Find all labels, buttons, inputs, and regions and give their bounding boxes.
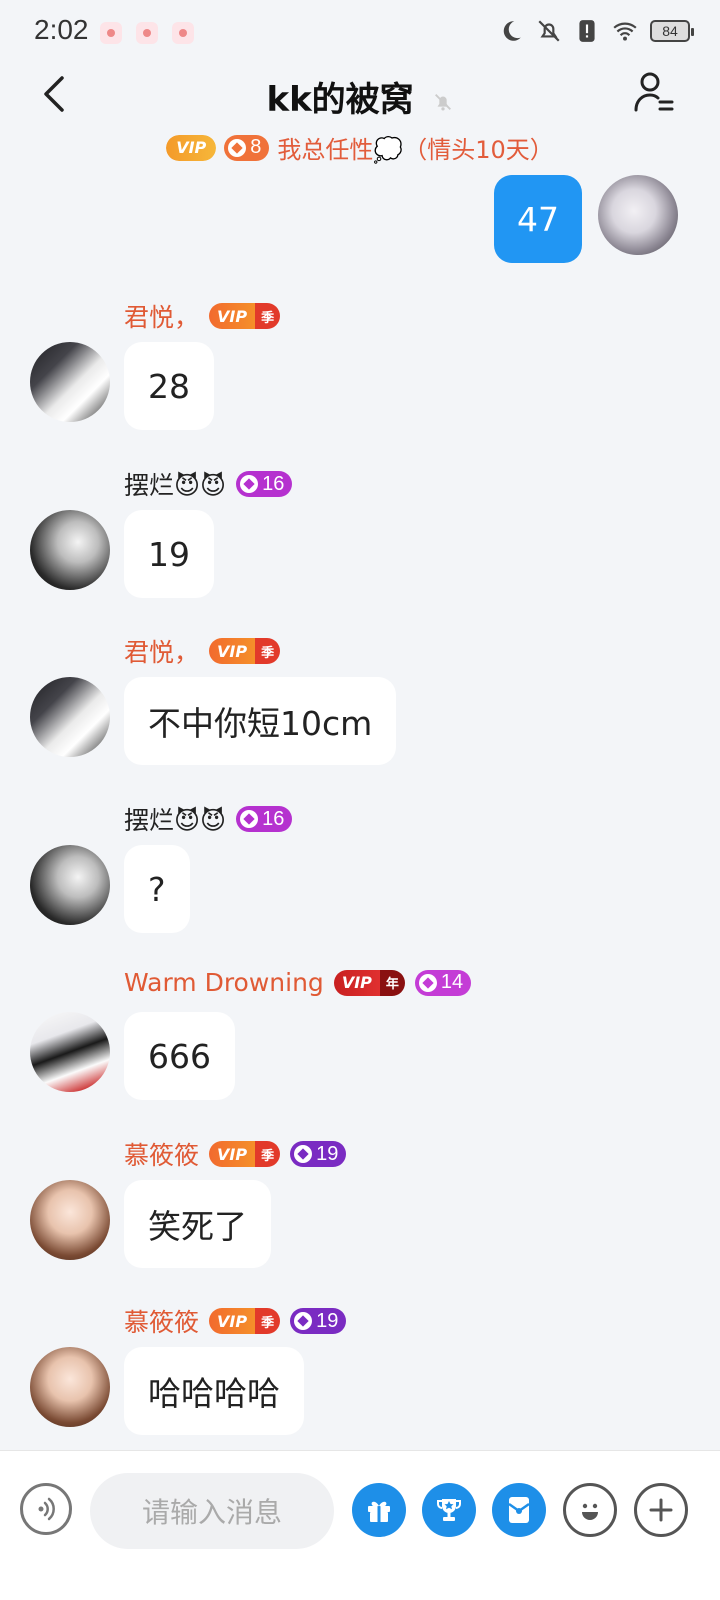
message-item: Warm Drowning VIP 年 14 666 [0,966,720,1106]
message-item: 君悦， VIP 季 28 [0,296,720,436]
message-item: 慕筱筱 VIP 季 19 哈哈哈哈 [0,1301,720,1441]
sender-name[interactable]: 君悦， [124,633,199,669]
vip-badge: VIP 年 [333,969,405,996]
voice-button[interactable] [20,1483,72,1535]
sender-name[interactable]: Warm Drowning [124,968,324,997]
group-members-button[interactable] [632,70,676,114]
sender-name[interactable]: 君悦， [124,298,199,334]
message-bubble[interactable]: 47 [494,175,582,263]
avatar[interactable] [30,1180,110,1260]
input-bar: 请输入消息 [0,1450,720,1600]
chat-title[interactable]: kk的被窝 [0,72,720,121]
sender-row: 慕筱筱 VIP 季 19 [124,1303,347,1339]
avatar[interactable] [30,1347,110,1427]
bell-off-icon [434,93,451,111]
input-placeholder: 请输入消息 [141,1496,282,1529]
sender-row: Warm Drowning VIP 年 14 [124,968,472,997]
notification-icon [136,22,158,44]
message-bubble[interactable]: 不中你短10cm [124,677,397,765]
message-bubble[interactable]: 666 [124,1012,235,1100]
status-bar: 2:02 84 [0,0,720,62]
vip-badge: VIP 季 [209,1141,281,1167]
message-self: 47 [0,175,720,265]
message-input[interactable]: 请输入消息 [90,1473,334,1549]
level-badge: 14 [414,969,472,996]
notification-icon [172,22,194,44]
level-badge: 19 [290,1141,347,1167]
sender-row: 摆烂😈😈 16 [124,801,293,837]
message-item: 摆烂😈😈 16 ? [0,799,720,939]
vip-badge: VIP 季 [209,303,281,329]
wifi-icon [613,22,637,41]
sender-name[interactable]: 慕筱筱 [124,1136,199,1172]
mute-icon [538,20,560,42]
alert-icon [579,20,595,42]
moon-icon [503,21,521,41]
emoji-button[interactable] [563,1483,617,1537]
group-name: kk的被窝 [266,80,414,120]
message-bubble[interactable]: ? [124,845,190,933]
voice-icon [38,1497,55,1521]
message-item: 慕筱筱 VIP 季 19 笑死了 [0,1134,720,1274]
vip-badge: VIP 季 [209,1308,281,1334]
status-time: 2:02 [34,14,89,45]
message-bubble[interactable]: 笑死了 [124,1180,271,1268]
avatar[interactable] [598,175,678,255]
sender-row: 君悦， VIP 季 [124,633,281,669]
avatar[interactable] [30,677,110,757]
message-item: 君悦， VIP 季 不中你短10cm [0,631,720,771]
sender-row: 君悦， VIP 季 [124,298,281,334]
message-bubble[interactable]: 19 [124,510,214,598]
level-badge: 8 [224,134,270,161]
gift-icon [368,1501,390,1522]
red-packet-button[interactable] [492,1483,546,1537]
level-badge: 19 [290,1308,347,1334]
sender-name[interactable]: 摆烂😈😈 [124,466,226,502]
status-text: 我总任性💭（情头10天） [277,136,554,164]
avatar[interactable] [30,845,110,925]
plus-icon [649,1498,673,1522]
trophy-icon [437,1499,461,1521]
message-bubble[interactable]: 哈哈哈哈 [124,1347,304,1435]
message-bubble[interactable]: 28 [124,342,214,430]
gift-button[interactable] [352,1483,406,1537]
message-item: 摆烂😈😈 16 19 [0,464,720,604]
sender-name[interactable]: 摆烂😈😈 [124,801,226,837]
sender-row: 摆烂😈😈 16 [124,466,293,502]
vip-badge: VIP 季 [209,638,281,664]
emoji-icon [582,1503,598,1520]
sender-row: 慕筱筱 VIP 季 19 [124,1136,347,1172]
red-packet-icon [508,1497,530,1523]
more-button[interactable] [634,1483,688,1537]
trophy-button[interactable] [422,1483,476,1537]
notification-icons [100,22,194,44]
sender-name[interactable]: 慕筱筱 [124,1303,199,1339]
vip-badge: VIP [166,134,217,161]
level-badge: 16 [236,806,293,832]
notification-icon [100,22,122,44]
chat-header: kk的被窝 VIP 8 我总任性💭（情头10天） [0,62,720,166]
avatar[interactable] [30,342,110,422]
avatar[interactable] [30,1012,110,1092]
battery-icon: 84 [650,20,694,42]
avatar[interactable] [30,510,110,590]
group-status[interactable]: VIP 8 我总任性💭（情头10天） [0,130,720,165]
level-badge: 16 [236,471,293,497]
status-icons: 84 [498,18,694,44]
